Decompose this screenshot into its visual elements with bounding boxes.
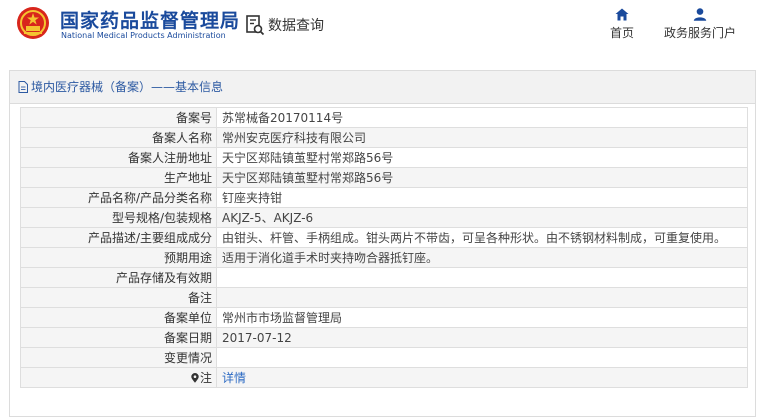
nav-service-portal-label: 政务服务门户 bbox=[663, 26, 736, 40]
user-icon bbox=[693, 8, 707, 21]
row-label: 产品存储及有效期 bbox=[20, 267, 217, 288]
row-label: 生产地址 bbox=[20, 167, 217, 188]
row-value bbox=[216, 347, 748, 368]
pin-icon bbox=[191, 373, 199, 383]
row-value: 由钳头、杆管、手柄组成。钳头两片不带齿，可呈各种形状。由不锈钢材料制成，可重复使… bbox=[216, 227, 748, 248]
table-row: 产品描述/主要组成成分 由钳头、杆管、手柄组成。钳头两片不带齿，可呈各种形状。由不… bbox=[20, 227, 748, 248]
nav-home[interactable]: 首页 bbox=[603, 8, 641, 41]
panel-title: 境内医疗器械（备案）——基本信息 bbox=[10, 71, 755, 104]
table-row: 备案日期 2017-07-12 bbox=[20, 327, 748, 348]
row-value: 适用于消化道手术时夹持吻合器抵钉座。 bbox=[216, 247, 748, 268]
table-row: 备案人注册地址 天宁区郑陆镇茧墅村常郑路56号 bbox=[20, 147, 748, 168]
national-emblem-icon bbox=[17, 7, 49, 39]
row-label: 备注 bbox=[20, 287, 217, 308]
note-value-cell: 详情 bbox=[216, 367, 748, 388]
table-row: 备注 bbox=[20, 287, 748, 308]
row-label: 产品名称/产品分类名称 bbox=[20, 187, 217, 208]
table-row: 备案人名称 常州安克医疗科技有限公司 bbox=[20, 127, 748, 148]
note-row: 注 详情 bbox=[20, 367, 748, 388]
table-row: 生产地址 天宁区郑陆镇茧墅村常郑路56号 bbox=[20, 167, 748, 188]
table-row: 产品存储及有效期 bbox=[20, 267, 748, 288]
row-label: 备案人名称 bbox=[20, 127, 217, 148]
row-value: 常州市市场监督管理局 bbox=[216, 307, 748, 328]
note-label-cell: 注 bbox=[20, 367, 217, 388]
row-value: 苏常械备20170114号 bbox=[216, 107, 748, 128]
nav-service-portal[interactable]: 政务服务门户 bbox=[655, 8, 745, 41]
row-label: 产品描述/主要组成成分 bbox=[20, 227, 217, 248]
document-icon bbox=[18, 81, 28, 93]
row-label: 备案单位 bbox=[20, 307, 217, 328]
row-label: 变更情况 bbox=[20, 347, 217, 368]
row-value: 天宁区郑陆镇茧墅村常郑路56号 bbox=[216, 167, 748, 188]
table-row: 备案号 苏常械备20170114号 bbox=[20, 107, 748, 128]
home-icon bbox=[615, 8, 629, 21]
note-label: 注 bbox=[199, 371, 212, 385]
row-label: 备案号 bbox=[20, 107, 217, 128]
row-value: 钉座夹持钳 bbox=[216, 187, 748, 208]
table-row: 型号规格/包装规格 AKJZ-5、AKJZ-6 bbox=[20, 207, 748, 228]
row-value bbox=[216, 287, 748, 308]
row-label: 型号规格/包装规格 bbox=[20, 207, 217, 228]
table-row: 产品名称/产品分类名称 钉座夹持钳 bbox=[20, 187, 748, 208]
info-table: 备案号 苏常械备20170114号 备案人名称 常州安克医疗科技有限公司 备案人注册… bbox=[20, 107, 748, 388]
table-row: 变更情况 bbox=[20, 347, 748, 368]
row-value: 常州安克医疗科技有限公司 bbox=[216, 127, 748, 148]
row-value: AKJZ-5、AKJZ-6 bbox=[216, 207, 748, 228]
device-info-panel: 境内医疗器械（备案）——基本信息 备案号 苏常械备20170114号 备案人名称常… bbox=[9, 70, 756, 417]
row-value: 2017-07-12 bbox=[216, 327, 748, 348]
row-label: 预期用途 bbox=[20, 247, 217, 268]
panel-title-text: 境内医疗器械（备案）——基本信息 bbox=[31, 80, 224, 94]
row-label: 备案人注册地址 bbox=[20, 147, 217, 168]
details-link[interactable]: 详情 bbox=[222, 371, 246, 385]
row-value bbox=[216, 267, 748, 288]
data-search-icon[interactable] bbox=[245, 14, 265, 36]
site-logo-subtitle: National Medical Products Administration bbox=[61, 31, 226, 40]
data-search-link[interactable]: 数据查询 bbox=[268, 15, 324, 35]
row-label: 备案日期 bbox=[20, 327, 217, 348]
site-header: 国家药品监督管理局 National Medical Products Admi… bbox=[0, 0, 758, 58]
table-row: 备案单位 常州市市场监督管理局 bbox=[20, 307, 748, 328]
site-logo-title: 国家药品监督管理局 bbox=[60, 10, 241, 32]
row-value: 天宁区郑陆镇茧墅村常郑路56号 bbox=[216, 147, 748, 168]
nav-home-label: 首页 bbox=[609, 26, 634, 40]
table-row: 预期用途 适用于消化道手术时夹持吻合器抵钉座。 bbox=[20, 247, 748, 268]
